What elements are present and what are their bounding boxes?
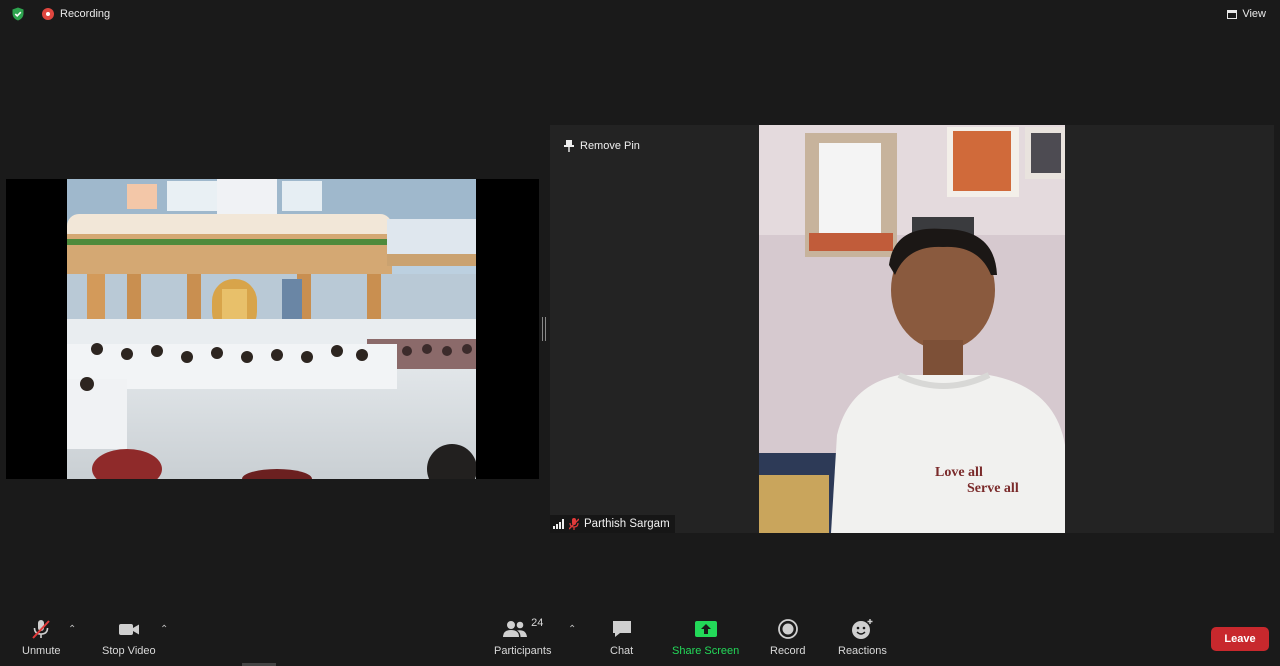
record-button[interactable]: Record xyxy=(770,618,805,657)
shirt-text-line1: Love all xyxy=(935,465,983,480)
recording-label: Recording xyxy=(60,8,111,20)
chat-label: Chat xyxy=(610,645,634,657)
unmute-button[interactable]: Unmute xyxy=(22,618,61,657)
security-shield-icon[interactable] xyxy=(11,7,25,21)
reactions-smiley-icon xyxy=(852,619,873,639)
participant-video-image xyxy=(759,125,1065,533)
share-screen-label: Share Screen xyxy=(672,645,740,657)
reactions-button[interactable]: Reactions xyxy=(838,618,887,657)
view-label: View xyxy=(1242,8,1266,20)
participant-name-tag: Parthish Sargam xyxy=(550,515,675,533)
leave-button[interactable]: Leave xyxy=(1211,627,1269,651)
unmute-label: Unmute xyxy=(22,645,61,657)
participants-count: 24 xyxy=(531,617,544,629)
top-bar: Recording View xyxy=(0,0,1280,28)
stop-video-button[interactable]: Stop Video xyxy=(102,618,156,657)
recording-indicator[interactable]: Recording xyxy=(42,6,110,22)
recording-icon xyxy=(42,8,54,20)
muted-mic-icon xyxy=(569,518,579,530)
record-label: Record xyxy=(770,645,806,657)
pin-icon xyxy=(564,140,574,152)
signal-strength-icon xyxy=(553,519,564,529)
chat-button[interactable]: Chat xyxy=(610,618,633,657)
share-screen-icon xyxy=(694,621,717,637)
stop-video-label: Stop Video xyxy=(102,645,156,657)
video-camera-icon xyxy=(118,624,139,635)
remove-pin-button[interactable]: Remove Pin xyxy=(564,137,640,155)
participant-name: Parthish Sargam xyxy=(584,518,670,530)
participants-options-caret[interactable]: ⌃ xyxy=(568,624,578,635)
participants-button[interactable]: 24 Participants xyxy=(494,617,552,657)
muted-microphone-icon xyxy=(32,620,50,639)
chat-bubble-icon xyxy=(612,621,631,637)
shared-screen-tile[interactable] xyxy=(6,179,539,479)
video-options-caret[interactable]: ⌃ xyxy=(160,624,170,635)
view-grid-icon xyxy=(1227,9,1238,19)
shirt-text: Love all Serve all xyxy=(935,465,1019,497)
reactions-label: Reactions xyxy=(838,645,887,657)
remove-pin-label: Remove Pin xyxy=(580,140,640,152)
participants-label: Participants xyxy=(494,645,552,657)
participant-camera-feed: Love all Serve all xyxy=(759,125,1065,533)
audio-options-caret[interactable]: ⌃ xyxy=(68,624,78,635)
tile-resize-handle[interactable] xyxy=(542,317,546,341)
participants-icon xyxy=(503,621,528,637)
view-button[interactable]: View xyxy=(1227,6,1266,22)
record-icon xyxy=(777,619,798,639)
shirt-text-line2: Serve all xyxy=(967,481,1019,496)
share-screen-button[interactable]: Share Screen xyxy=(672,618,739,657)
meeting-toolbar: Unmute ⌃ Stop Video ⌃ 24 Participants ⌃ … xyxy=(0,612,1280,666)
shared-video-image xyxy=(67,179,476,479)
participant-video-tile[interactable]: Remove Pin Love all Serve all Parthish S… xyxy=(550,125,1274,533)
